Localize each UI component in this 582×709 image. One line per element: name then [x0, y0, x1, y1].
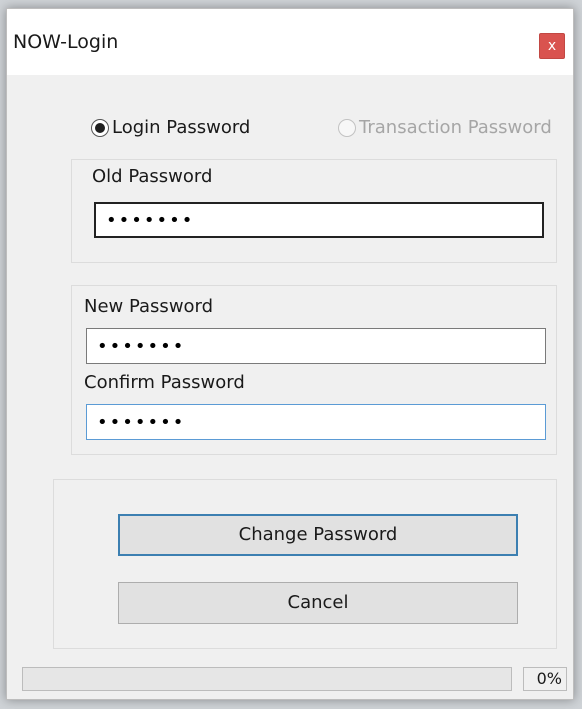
radio-unselected-icon — [338, 118, 356, 137]
close-icon[interactable]: x — [539, 33, 565, 59]
change-password-button[interactable]: Change Password — [118, 514, 518, 556]
confirm-password-field[interactable] — [86, 404, 546, 440]
new-password-label: New Password — [84, 296, 214, 317]
login-password-radio[interactable]: Login Password — [91, 117, 250, 138]
login-dialog: NOW-Login x Login Password Transaction P… — [6, 8, 574, 700]
transaction-password-radio[interactable]: Transaction Password — [338, 117, 552, 138]
new-password-field[interactable] — [86, 328, 546, 364]
transaction-password-radio-label: Transaction Password — [359, 117, 552, 138]
button-group: Change Password Cancel — [53, 479, 557, 649]
window-title: NOW-Login — [13, 31, 119, 53]
confirm-password-label: Confirm Password — [84, 372, 245, 393]
cancel-button[interactable]: Cancel — [118, 582, 518, 624]
progress-percent: 0% — [523, 667, 567, 691]
old-password-group: Old Password — [71, 159, 557, 263]
old-password-field[interactable] — [94, 202, 544, 238]
title-bar: NOW-Login x — [7, 9, 573, 75]
old-password-label: Old Password — [92, 166, 213, 187]
new-password-group: New Password Confirm Password — [71, 285, 557, 455]
login-password-radio-label: Login Password — [112, 117, 251, 138]
radio-selected-icon — [91, 118, 109, 137]
progress-bar — [22, 667, 512, 691]
